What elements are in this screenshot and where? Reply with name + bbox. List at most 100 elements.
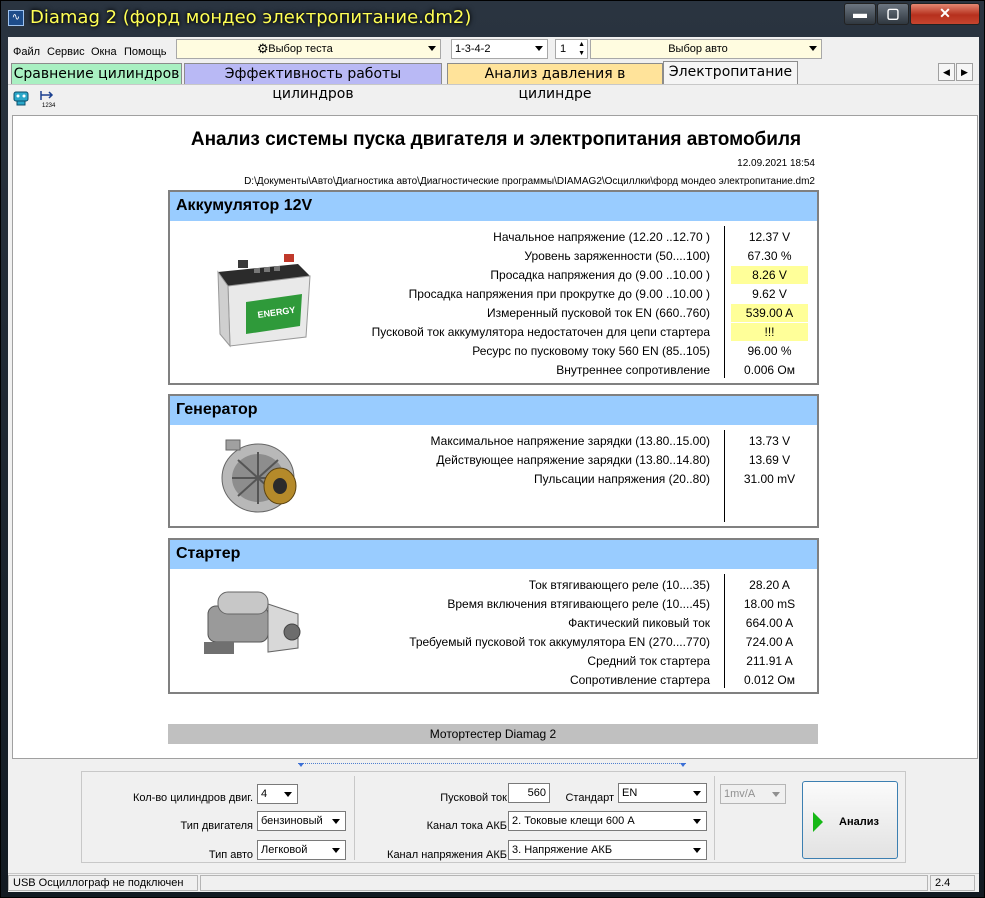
param-value: 9.62 V xyxy=(752,287,787,301)
play-icon xyxy=(813,812,823,832)
test-select[interactable]: Выбор теста ⚙ xyxy=(176,39,441,59)
param-value: 96.00 % xyxy=(747,344,792,358)
voltage-channel-label: Канал напряжения АКБ xyxy=(387,849,507,861)
engine-type-label: Тип двигателя xyxy=(180,820,254,832)
param-label: Пульсации напряжения (20..80) xyxy=(534,472,710,486)
menu-help[interactable]: Помощь xyxy=(124,46,167,58)
param-label: Требуемый пусковой ток аккумулятора EN (… xyxy=(409,635,710,649)
voltage-channel-value: 3. Напряжение АКБ xyxy=(512,844,613,856)
param-label: Максимальное напряжение зарядки (13.80..… xyxy=(430,434,710,448)
window-title: Diamag 2 (форд мондео электропитание.dm2… xyxy=(30,7,472,28)
starter-image xyxy=(200,586,310,666)
divider xyxy=(714,776,715,860)
section-title: Аккумулятор 12V xyxy=(170,192,817,221)
param-value: 13.73 V xyxy=(748,434,791,448)
menu-file[interactable]: Файл xyxy=(13,46,40,58)
tab-cylinder-pressure[interactable]: Анализ давления в цилиндре xyxy=(447,63,663,102)
current-channel-select[interactable]: 2. Токовые клещи 600 А xyxy=(508,811,707,831)
param-value: 0.006 Ом xyxy=(744,363,795,377)
numbering-icon[interactable]: 1234 xyxy=(38,88,58,108)
battery-section: Аккумулятор 12V ENERGY Начальное напряже xyxy=(168,190,819,385)
chevron-down-icon xyxy=(284,792,292,797)
tab-cylinder-compare[interactable]: Сравнение цилиндров xyxy=(11,63,182,84)
current-channel-value: 2. Токовые клещи 600 А xyxy=(512,815,635,827)
chevron-down-icon xyxy=(693,848,701,853)
tab-scroll-right-icon[interactable]: ▶ xyxy=(956,63,973,81)
param-value: 13.69 V xyxy=(748,453,791,467)
cylinder-spinner-value: 1 xyxy=(560,43,567,55)
report-file-path: D:\Документы\Авто\Диагностика авто\Диагн… xyxy=(244,176,815,187)
report-date: 12.09.2021 18:54 xyxy=(737,158,815,169)
panel-splitter[interactable] xyxy=(298,763,686,769)
app-window: ∿ Diamag 2 (форд мондео электропитание.d… xyxy=(0,0,985,898)
param-value: 18.00 mS xyxy=(743,597,796,611)
report-footer: Мотортестер Diamag 2 xyxy=(168,724,818,744)
param-value: 664.00 A xyxy=(745,616,794,630)
status-pane-empty xyxy=(200,875,928,891)
param-value: 8.26 V xyxy=(731,266,808,284)
value-divider xyxy=(724,430,725,522)
firing-order-select[interactable]: 1-3-4-2 xyxy=(451,39,548,59)
starter-section: Стартер Ток втягивающего реле (10....35)… xyxy=(168,538,819,694)
analyze-button-label: Анализ xyxy=(839,816,879,828)
client-area: Файл Сервис Окна Помощь Выбор теста ⚙ 1-… xyxy=(8,37,979,892)
cylinders-select[interactable]: 4 xyxy=(257,784,298,804)
analyze-button[interactable]: Анализ xyxy=(802,781,898,859)
voltage-channel-select[interactable]: 3. Напряжение АКБ xyxy=(508,840,707,860)
chevron-down-icon xyxy=(332,848,340,853)
start-current-label: Пусковой ток xyxy=(440,792,507,804)
car-type-select[interactable]: Легковой xyxy=(257,840,346,860)
param-value: 0.012 Ом xyxy=(744,673,795,687)
param-label: Средний ток стартера xyxy=(587,654,710,668)
chevron-down-icon xyxy=(809,46,817,51)
tab-power-supply[interactable]: Электропитание xyxy=(663,61,798,85)
test-select-value: Выбор теста xyxy=(268,43,333,55)
tab-scroll-left-icon[interactable]: ◀ xyxy=(938,63,955,81)
standard-select[interactable]: EN xyxy=(618,783,707,803)
engine-type-value: бензиновый xyxy=(261,815,323,827)
param-value: 724.00 A xyxy=(745,635,794,649)
param-label: Время включения втягивающего реле (10...… xyxy=(447,597,710,611)
value-divider xyxy=(724,226,725,378)
firing-order-value: 1-3-4-2 xyxy=(455,43,491,55)
start-current-input[interactable]: 560 xyxy=(508,783,550,803)
engine-type-select[interactable]: бензиновый xyxy=(257,811,346,831)
status-bar: USB Осциллограф не подключен 2.4 xyxy=(8,873,979,892)
minimize-button[interactable]: ▬ xyxy=(844,3,876,25)
report-title: Анализ системы пуска двигателя и электро… xyxy=(190,129,802,150)
param-value: !!! xyxy=(731,323,808,341)
param-label: Уровень заряженности (50....100) xyxy=(524,249,710,263)
param-value: 28.20 A xyxy=(749,578,790,592)
param-label: Измеренный пусковой ток EN (660..760) xyxy=(486,306,710,320)
param-label: Начальное напряжение (12.20 ..12.70 ) xyxy=(493,230,710,244)
chevron-down-icon xyxy=(332,819,340,824)
maximize-button[interactable]: ▢ xyxy=(877,3,909,25)
param-label: Ресурс по пусковому току 560 EN (85..105… xyxy=(472,344,710,358)
param-label: Просадка напряжения до (9.00 ..10.00 ) xyxy=(490,268,710,282)
param-value: 211.91 A xyxy=(746,654,793,668)
status-version: 2.4 xyxy=(930,875,975,891)
title-bar[interactable]: ∿ Diamag 2 (форд мондео электропитание.d… xyxy=(1,1,985,37)
cylinder-spinner[interactable]: 1 ▲ ▼ xyxy=(555,39,588,59)
car-select[interactable]: Выбор авто xyxy=(590,39,822,59)
cylinders-label: Кол-во цилиндров двиг. xyxy=(132,792,253,804)
menu-service[interactable]: Сервис xyxy=(47,46,85,58)
standard-label: Стандарт xyxy=(565,792,614,804)
engine-settings-icon[interactable] xyxy=(11,88,31,108)
menu-bar: Файл Сервис Окна Помощь Выбор теста ⚙ 1-… xyxy=(8,37,979,63)
param-label: Действующее напряжение зарядки (13.80..1… xyxy=(436,453,710,467)
menu-windows[interactable]: Окна xyxy=(91,46,117,58)
close-button[interactable]: ✕ xyxy=(910,3,980,25)
chevron-down-icon xyxy=(693,819,701,824)
settings-panel: Кол-во цилиндров двиг. 4 Тип двигателя б… xyxy=(81,771,906,863)
param-value: 31.00 mV xyxy=(743,472,796,486)
spin-arrows-icon[interactable]: ▲ ▼ xyxy=(578,40,585,58)
section-title: Генератор xyxy=(170,396,817,425)
car-type-value: Легковой xyxy=(261,844,308,856)
chevron-down-icon xyxy=(693,791,701,796)
report-panel: Анализ системы пуска двигателя и электро… xyxy=(12,115,978,759)
status-message: USB Осциллограф не подключен xyxy=(8,875,198,891)
battery-image: ENERGY xyxy=(198,242,318,352)
tab-cylinder-efficiency[interactable]: Эффективность работы цилиндров xyxy=(184,63,442,102)
param-label: Внутреннее сопротивление xyxy=(556,363,710,377)
